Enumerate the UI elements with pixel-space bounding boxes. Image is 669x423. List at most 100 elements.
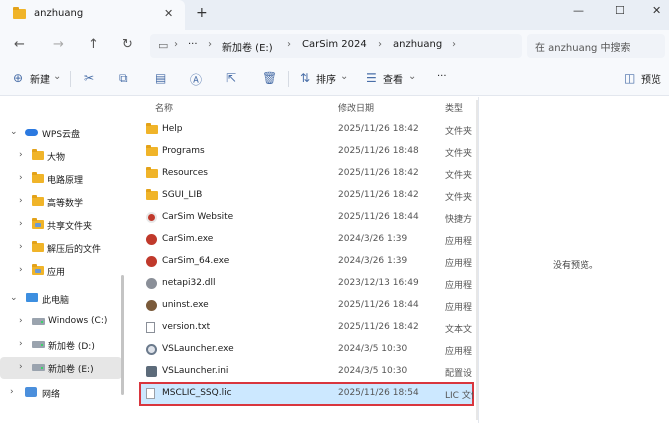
maximize-button[interactable]: ☐ bbox=[615, 4, 625, 17]
file-date: 2023/12/13 16:49 bbox=[338, 278, 419, 288]
sidebar-scrollbar[interactable] bbox=[121, 275, 124, 395]
breadcrumb-drive-e[interactable]: 新加卷 (E:) bbox=[222, 39, 273, 54]
shared-folder-icon bbox=[32, 218, 44, 229]
new-tab-button[interactable]: + bbox=[196, 5, 208, 21]
column-header-name[interactable]: 名称 bbox=[155, 101, 173, 114]
new-button[interactable]: 新建 bbox=[30, 71, 50, 86]
address-bar[interactable]: ▭ › ··· › 新加卷 (E:) › CarSim 2024 › anzhu… bbox=[150, 34, 522, 58]
chevron-right-icon[interactable]: › bbox=[19, 316, 23, 326]
sidebar-item-drive-e[interactable]: › 新加卷 (E:) bbox=[0, 357, 122, 379]
sidebar-item-shared-folder[interactable]: › 共享文件夹 bbox=[0, 214, 122, 236]
sidebar-item-wps-cloud[interactable]: ⌄ WPS云盘 bbox=[0, 122, 122, 144]
folder-icon bbox=[146, 189, 158, 200]
chevron-right-icon[interactable]: › bbox=[19, 265, 23, 275]
file-row-selected[interactable]: MSCLIC_SSQ.lic 2025/11/26 18:54 LIC 文件 bbox=[139, 382, 474, 406]
chevron-right-icon[interactable]: › bbox=[19, 362, 23, 372]
tab-title: anzhuang bbox=[34, 8, 84, 19]
sidebar-item-label: 新加卷 (E:) bbox=[48, 365, 94, 375]
chevron-right-icon[interactable]: › bbox=[19, 196, 23, 206]
file-list: 名称 修改日期 类型 Help 2025/11/26 18:42 文件夹 Pro… bbox=[128, 97, 477, 423]
file-row[interactable]: VSLauncher.exe 2024/3/5 10:30 应用程 bbox=[140, 339, 473, 361]
chevron-right-icon[interactable]: › bbox=[19, 173, 23, 183]
file-row[interactable]: Resources 2025/11/26 18:42 文件夹 bbox=[140, 163, 473, 185]
chevron-right-icon[interactable]: › bbox=[19, 150, 23, 160]
sidebar-item-drive-c[interactable]: › Windows (C:) bbox=[0, 311, 122, 333]
chevron-right-icon[interactable]: › bbox=[19, 339, 23, 349]
back-arrow-icon[interactable]: ← bbox=[14, 37, 25, 52]
breadcrumb-anzhuang[interactable]: anzhuang bbox=[393, 39, 442, 50]
view-button[interactable]: 查看 bbox=[383, 71, 403, 86]
cut-icon[interactable]: ✂ bbox=[84, 71, 94, 85]
tab-anzhuang[interactable]: anzhuang ✕ bbox=[0, 0, 185, 30]
toolbar-divider bbox=[288, 71, 289, 87]
file-type: 文本文 bbox=[445, 325, 473, 335]
file-type: 应用程 bbox=[445, 347, 473, 357]
minimize-button[interactable]: — bbox=[573, 4, 584, 17]
chevron-right-icon[interactable]: › bbox=[19, 219, 23, 229]
file-type: 文件夹 bbox=[445, 149, 473, 159]
file-row[interactable]: SGUI_LIB 2025/11/26 18:42 文件夹 bbox=[140, 185, 473, 207]
file-row[interactable]: Programs 2025/11/26 18:48 文件夹 bbox=[140, 141, 473, 163]
sidebar-item-extracted-files[interactable]: › 解压后的文件 bbox=[0, 237, 122, 259]
file-row[interactable]: netapi32.dll 2023/12/13 16:49 应用程 bbox=[140, 273, 473, 295]
sidebar-item-network[interactable]: › 网络 bbox=[0, 382, 122, 404]
sidebar-item-advanced-math[interactable]: › 高等数学 bbox=[0, 191, 122, 213]
share-icon[interactable]: ⇱ bbox=[226, 71, 236, 85]
file-type: LIC 文件 bbox=[445, 391, 473, 401]
sidebar-item-apps[interactable]: › 应用 bbox=[0, 260, 122, 282]
file-row[interactable]: version.txt 2025/11/26 18:42 文本文 bbox=[140, 317, 473, 339]
sidebar-item-circuit-theory[interactable]: › 电路原理 bbox=[0, 168, 122, 190]
file-name: uninst.exe bbox=[162, 300, 209, 310]
paste-icon[interactable]: ▤ bbox=[155, 71, 166, 85]
column-header-date[interactable]: 修改日期 bbox=[338, 101, 374, 114]
preview-button[interactable]: 预览 bbox=[641, 71, 661, 86]
file-name: VSLauncher.exe bbox=[162, 344, 234, 354]
file-row[interactable]: uninst.exe 2025/11/26 18:44 应用程 bbox=[140, 295, 473, 317]
file-row[interactable]: CarSim Website 2025/11/26 18:44 快捷方 bbox=[140, 207, 473, 229]
close-tab-button[interactable]: ✕ bbox=[164, 7, 173, 20]
file-row[interactable]: CarSim_64.exe 2024/3/26 1:39 应用程 bbox=[140, 251, 473, 273]
search-input[interactable]: 在 anzhuang 中搜索 bbox=[527, 34, 665, 58]
file-row[interactable]: CarSim.exe 2024/3/26 1:39 应用程 bbox=[140, 229, 473, 251]
file-date: 2025/11/26 18:54 bbox=[338, 388, 419, 398]
copy-icon[interactable]: ⧉ bbox=[119, 71, 128, 86]
breadcrumb-carsim-2024[interactable]: CarSim 2024 bbox=[302, 39, 367, 50]
forward-arrow-icon[interactable]: → bbox=[53, 37, 64, 52]
sidebar-item-this-pc[interactable]: ⌄ 此电脑 bbox=[0, 288, 122, 310]
file-type: 快捷方 bbox=[445, 215, 473, 225]
file-type: 应用程 bbox=[445, 281, 473, 291]
file-row[interactable]: Help 2025/11/26 18:42 文件夹 bbox=[140, 119, 473, 141]
close-window-button[interactable]: ✕ bbox=[652, 4, 661, 17]
sidebar-item-label: Windows (C:) bbox=[48, 316, 108, 326]
up-arrow-icon[interactable]: ↑ bbox=[88, 37, 99, 52]
sidebar-item-dawu[interactable]: › 大物 bbox=[0, 145, 122, 167]
folder-icon bbox=[13, 7, 26, 19]
file-name: Resources bbox=[162, 168, 208, 178]
file-name: VSLauncher.ini bbox=[162, 366, 229, 376]
breadcrumb-more[interactable]: ··· bbox=[188, 39, 198, 50]
file-type: 文件夹 bbox=[445, 193, 473, 203]
column-header-type[interactable]: 类型 bbox=[445, 101, 463, 114]
drive-icon bbox=[32, 341, 45, 348]
sidebar-item-label: 此电脑 bbox=[42, 296, 70, 306]
file-date: 2024/3/26 1:39 bbox=[338, 234, 408, 244]
folder-icon bbox=[146, 167, 158, 178]
delete-icon[interactable]: 🗑 bbox=[262, 71, 277, 85]
folder-icon bbox=[32, 241, 44, 252]
rename-icon[interactable]: Ⓐ bbox=[190, 71, 202, 88]
file-date: 2024/3/26 1:39 bbox=[338, 256, 408, 266]
sort-button[interactable]: 排序 bbox=[316, 71, 336, 86]
sidebar-item-label: WPS云盘 bbox=[42, 130, 81, 140]
more-options-button[interactable]: ··· bbox=[437, 71, 447, 82]
chevron-down-icon[interactable]: ⌄ bbox=[10, 127, 18, 137]
refresh-icon[interactable]: ↻ bbox=[122, 37, 133, 52]
chevron-right-icon[interactable]: › bbox=[19, 242, 23, 252]
file-type: 配置设 bbox=[445, 369, 473, 379]
chevron-down-icon[interactable]: ⌄ bbox=[10, 293, 18, 303]
breadcrumb-chevron-icon: › bbox=[174, 39, 178, 50]
file-row[interactable]: VSLauncher.ini 2024/3/5 10:30 配置设 bbox=[140, 361, 473, 383]
sidebar-item-drive-d[interactable]: › 新加卷 (D:) bbox=[0, 334, 122, 356]
title-bar: anzhuang ✕ + — ☐ ✕ bbox=[0, 0, 669, 30]
chevron-right-icon[interactable]: › bbox=[10, 387, 14, 397]
chevron-down-icon: ⌄ bbox=[53, 71, 62, 82]
